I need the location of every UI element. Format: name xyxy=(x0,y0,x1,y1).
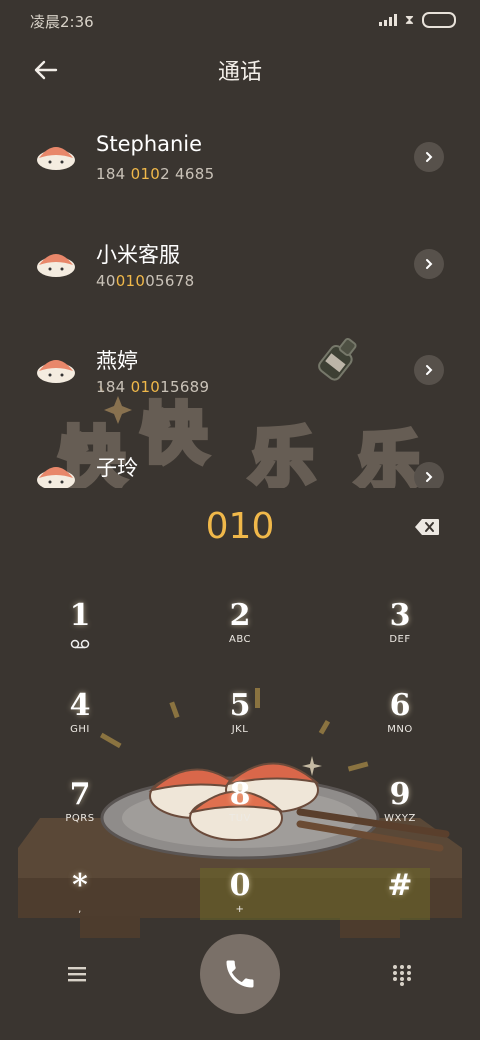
avatar-icon xyxy=(37,360,75,383)
signal-icon xyxy=(378,14,397,26)
backspace-icon[interactable] xyxy=(414,518,440,536)
battery-icon xyxy=(422,12,456,28)
key-3[interactable]: 3 DEF xyxy=(345,598,455,668)
call-button[interactable] xyxy=(200,934,280,1014)
chevron-right-icon xyxy=(426,259,433,269)
contact-details-button[interactable] xyxy=(414,355,444,385)
key-hash[interactable]: # xyxy=(345,868,455,938)
chevron-right-icon xyxy=(426,152,433,162)
contact-details-button[interactable] xyxy=(414,462,444,488)
page-title: 通话 xyxy=(217,60,262,85)
key-1[interactable]: 1 xyxy=(25,598,135,668)
phone-icon xyxy=(226,960,254,988)
contact-number: 184 0102 4685 xyxy=(96,165,215,183)
avatar-icon xyxy=(37,147,75,170)
contact-row[interactable]: 燕婷 184 01015689 xyxy=(0,323,480,423)
status-bar: 凌晨2:36 ⧗ xyxy=(0,0,480,40)
status-icons: ⧗ xyxy=(378,12,456,28)
chevron-right-icon xyxy=(426,365,433,375)
contact-row[interactable]: Stephanie 184 0102 4685 xyxy=(0,110,480,210)
key-5[interactable]: 5 JKL xyxy=(185,688,295,758)
contact-details-button[interactable] xyxy=(414,142,444,172)
contact-name: 子玲 xyxy=(96,456,138,480)
contact-name: Stephanie xyxy=(96,132,203,156)
key-7[interactable]: 7 PQRS xyxy=(25,777,135,847)
contact-row[interactable]: 小米客服 4001005678 xyxy=(0,217,480,317)
contact-list[interactable]: 快 快 乐 乐 Stephanie 184 0102 4685 小米客服 400… xyxy=(0,110,480,488)
menu-icon[interactable] xyxy=(66,964,88,984)
app-header: 通话 xyxy=(0,44,480,96)
voicemail-icon xyxy=(70,639,90,649)
key-9[interactable]: 9 WXYZ xyxy=(345,777,455,847)
contact-number: 4001005678 xyxy=(96,272,195,290)
dialed-number[interactable]: 010 xyxy=(0,506,480,547)
contact-row[interactable]: 子玲 xyxy=(0,430,480,488)
key-2[interactable]: 2 ABC xyxy=(185,598,295,668)
key-8[interactable]: 8 TUV xyxy=(185,777,295,847)
contact-name: 燕婷 xyxy=(96,349,138,373)
status-time: 凌晨2:36 xyxy=(30,13,94,31)
dialer-panel: 010 1 2 ABC 3 DEF 4 GHI 5 JKL 6 MNO 7 PQ… xyxy=(0,488,480,1040)
contact-name: 小米客服 xyxy=(96,243,180,267)
key-star[interactable]: * , xyxy=(25,868,135,938)
key-6[interactable]: 6 MNO xyxy=(345,688,455,758)
keypad-icon[interactable] xyxy=(392,964,412,986)
key-4[interactable]: 4 GHI xyxy=(25,688,135,758)
chevron-right-icon xyxy=(426,472,433,482)
alarm-icon: ⧗ xyxy=(404,12,414,28)
contact-details-button[interactable] xyxy=(414,249,444,279)
avatar-icon xyxy=(37,254,75,277)
contact-number: 184 01015689 xyxy=(96,378,210,396)
key-0[interactable]: 0 + xyxy=(185,868,295,938)
avatar-icon xyxy=(37,467,75,488)
